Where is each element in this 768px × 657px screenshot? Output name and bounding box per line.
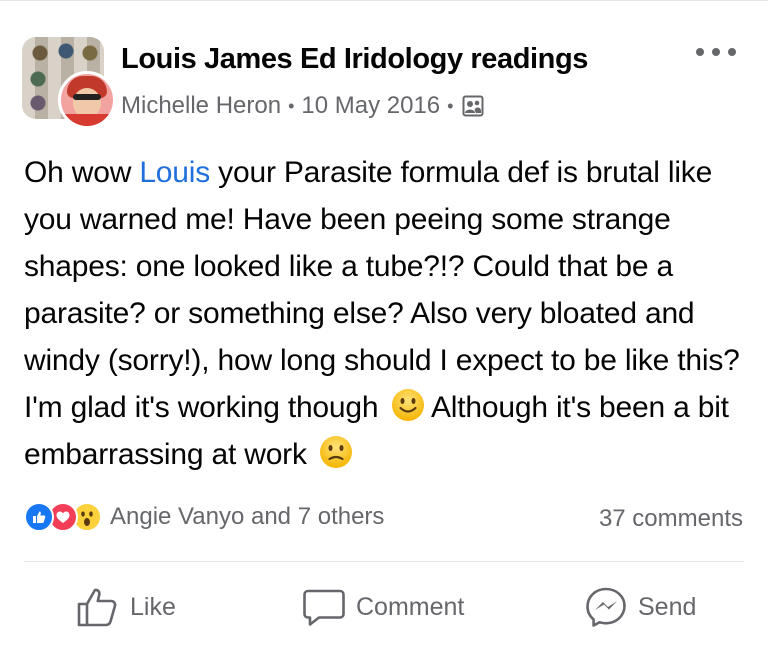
more-dot	[696, 48, 704, 56]
post-text-middle: your Parasite formula def is brutal like…	[24, 156, 740, 424]
comment-label: Comment	[356, 592, 465, 621]
author-avatar[interactable]	[58, 71, 116, 129]
post-meta: Michelle Heron • 10 May 2016 •	[121, 92, 484, 120]
slightly-smiling-face-icon	[391, 388, 425, 422]
comments-count-link[interactable]: 37 comments	[599, 505, 743, 533]
reaction-names[interactable]: Angie Vanyo and 7 others	[110, 503, 384, 531]
group-name-link[interactable]: Louis James Ed Iridology readings	[121, 43, 588, 76]
group-members-icon	[462, 95, 484, 117]
like-reaction-icon	[24, 502, 54, 532]
meta-separator: •	[288, 95, 295, 116]
comment-button[interactable]: Comment	[302, 583, 464, 631]
action-divider	[24, 561, 744, 562]
mention-link[interactable]: Louis	[139, 156, 210, 189]
like-label: Like	[130, 592, 176, 621]
more-dot	[712, 48, 720, 56]
post-text-start: Oh wow	[24, 156, 140, 189]
confused-face-icon	[319, 435, 353, 469]
reactions-summary[interactable]: Angie Vanyo and 7 others	[24, 502, 384, 532]
more-options-button[interactable]	[696, 40, 736, 64]
more-dot	[728, 48, 736, 56]
top-border	[0, 0, 768, 1]
like-button[interactable]: Like	[76, 583, 176, 631]
thumbs-up-icon	[76, 586, 120, 628]
author-name-link[interactable]: Michelle Heron	[121, 92, 281, 120]
send-button[interactable]: Send	[584, 583, 696, 631]
meta-separator: •	[447, 95, 454, 116]
post-body: Oh wow Louis your Parasite formula def i…	[24, 149, 749, 478]
post-avatar[interactable]	[22, 37, 116, 129]
post-date[interactable]: 10 May 2016	[301, 92, 440, 120]
comment-bubble-icon	[302, 586, 346, 628]
messenger-icon	[584, 586, 628, 628]
send-label: Send	[638, 592, 697, 621]
